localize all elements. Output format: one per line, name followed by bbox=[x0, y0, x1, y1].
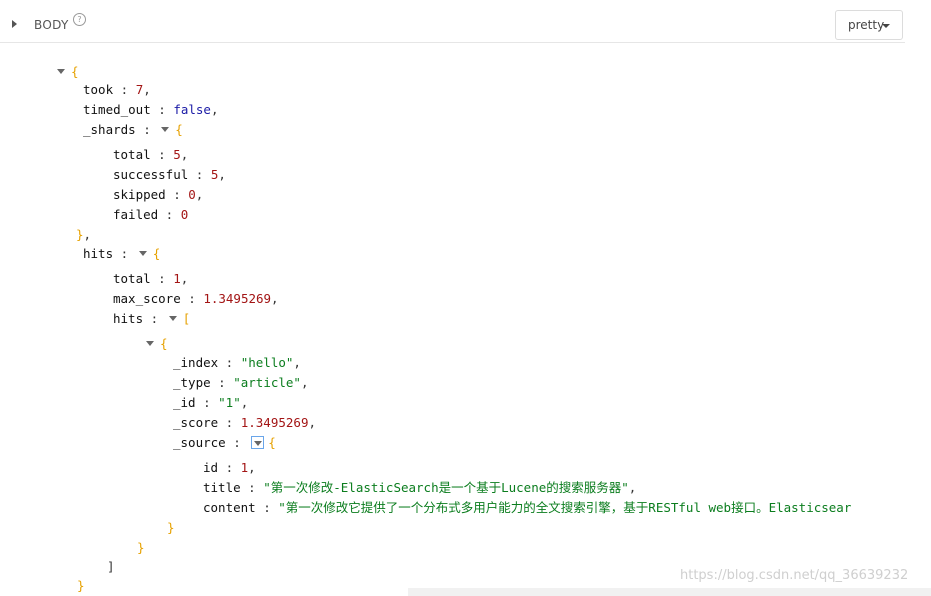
json-row-shards-skipped: skipped : 0, bbox=[113, 187, 204, 202]
json-row-source: _source : { bbox=[173, 435, 276, 450]
collapse-caret-icon[interactable] bbox=[161, 127, 170, 132]
json-row-shards-total: total : 5, bbox=[113, 147, 189, 162]
json-row-hits-array: hits : [ bbox=[113, 311, 191, 326]
json-hit-object-open: { bbox=[143, 335, 168, 353]
json-row-source-id: id : 1, bbox=[203, 460, 256, 475]
json-hits-array-close: ] bbox=[107, 559, 115, 574]
json-row-id: _id : "1", bbox=[173, 395, 249, 410]
json-row-timed-out: timed_out : false, bbox=[83, 102, 219, 117]
json-root-open: { bbox=[54, 63, 79, 81]
collapse-caret-icon[interactable] bbox=[146, 341, 154, 346]
json-hits-close: } bbox=[77, 578, 85, 593]
json-row-hits: hits : { bbox=[83, 246, 161, 261]
collapse-caret-icon[interactable] bbox=[138, 251, 147, 256]
collapse-caret-icon[interactable] bbox=[168, 316, 177, 321]
json-row-shards: _shards : { bbox=[83, 122, 183, 137]
horizontal-scrollbar[interactable] bbox=[408, 588, 931, 596]
json-row-shards-failed: failed : 0 bbox=[113, 207, 189, 222]
json-row-took: took : 7, bbox=[83, 82, 151, 97]
json-row-index: _index : "hello", bbox=[173, 355, 301, 370]
json-row-hits-total: total : 1, bbox=[113, 271, 189, 286]
json-row-source-content: content : "第一次修改它提供了一个分布式多用户能力的全文搜索引擎，基于… bbox=[203, 500, 852, 515]
collapse-caret-icon[interactable] bbox=[251, 436, 265, 449]
json-shards-close: }, bbox=[76, 227, 92, 242]
json-hit-object-close: } bbox=[137, 540, 145, 555]
json-row-type: _type : "article", bbox=[173, 375, 309, 390]
watermark-text: https://blog.csdn.net/qq_36639232 bbox=[680, 568, 909, 583]
json-row-source-title: title : "第一次修改-ElasticSearch是一个基于Lucene的… bbox=[203, 480, 637, 495]
json-row-shards-successful: successful : 5, bbox=[113, 167, 226, 182]
json-viewer: { took : 7, timed_out : false, _shards :… bbox=[0, 0, 905, 596]
json-row-max-score: max_score : 1.3495269, bbox=[113, 291, 279, 306]
json-row-score: _score : 1.3495269, bbox=[173, 415, 316, 430]
json-source-close: } bbox=[167, 520, 175, 535]
collapse-caret-icon[interactable] bbox=[57, 69, 65, 74]
